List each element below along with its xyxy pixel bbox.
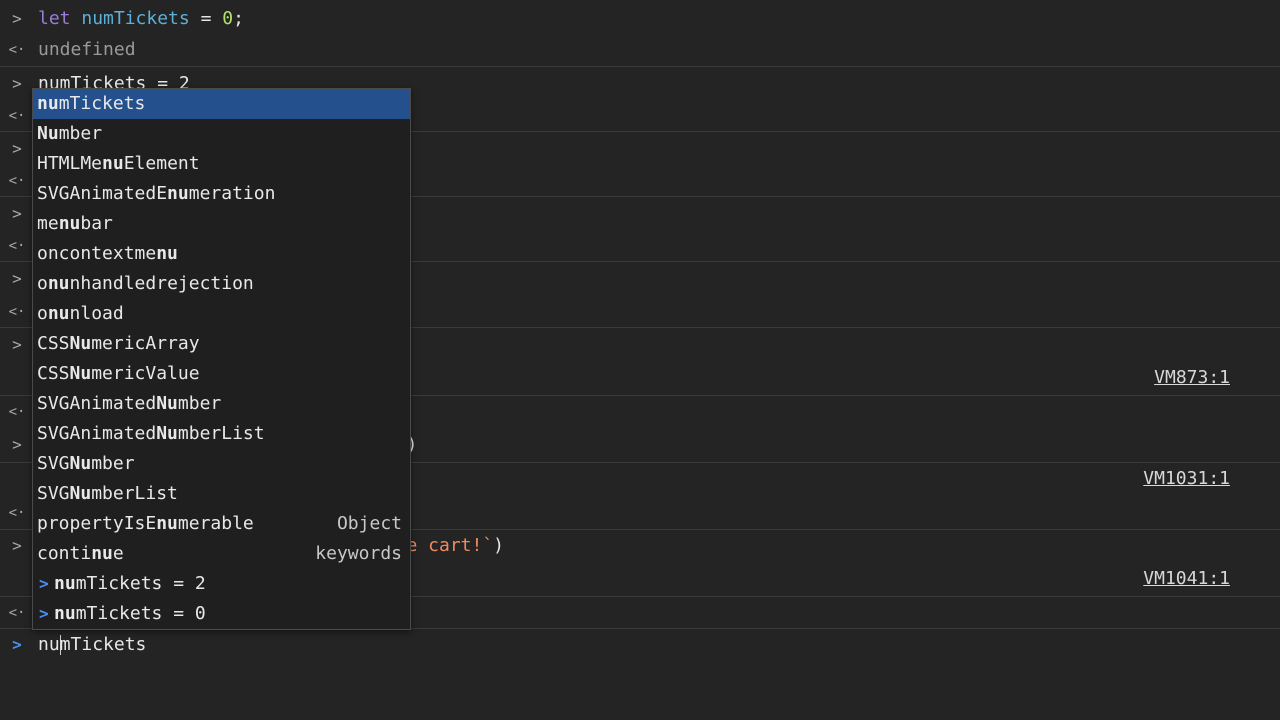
autocomplete-history-item[interactable]: > numTickets = 2 <box>33 569 410 599</box>
chevron-right-icon[interactable]: > <box>8 68 26 100</box>
autocomplete-item[interactable]: CSSNumericValue <box>33 359 410 389</box>
autocomplete-type-hint: keywords <box>315 543 402 564</box>
chevron-right-icon[interactable]: > <box>8 429 26 461</box>
chevron-right-icon: > <box>39 604 49 623</box>
source-link[interactable]: VM873:1 <box>1154 362 1230 394</box>
prompt-chevron-icon: > <box>12 635 22 654</box>
autocomplete-item[interactable]: SVGAnimatedNumber <box>33 389 410 419</box>
autocomplete-item[interactable]: SVGAnimatedEnumeration <box>33 179 410 209</box>
autocomplete-item[interactable]: SVGNumber <box>33 449 410 479</box>
autocomplete-type-hint: Object <box>336 513 402 534</box>
autocomplete-label: SVGAnimatedNumber <box>37 393 222 414</box>
autocomplete-popup[interactable]: numTickets Number HTMLMenuElement SVGAnimat… <box>32 88 411 630</box>
return-arrow-icon: <· <box>8 304 26 320</box>
return-arrow-icon: <· <box>8 605 26 621</box>
autocomplete-label: oncontextmenu <box>37 243 178 264</box>
console-text: let numTickets = 0; <box>38 8 244 29</box>
console-output-row: <· undefined <box>0 34 1280 66</box>
entry-divider <box>0 66 1280 67</box>
autocomplete-item[interactable]: SVGNumberList <box>33 479 410 509</box>
autocomplete-history-label: numTickets = 2 <box>54 573 206 594</box>
autocomplete-label: numTickets <box>37 93 146 114</box>
autocomplete-label: SVGNumberList <box>37 483 178 504</box>
autocomplete-label: continue <box>37 543 124 564</box>
autocomplete-item[interactable]: HTMLMenuElement <box>33 149 410 179</box>
autocomplete-label: CSSNumericValue <box>37 363 200 384</box>
chevron-right-icon: > <box>39 574 49 593</box>
chevron-right-icon[interactable]: > <box>8 329 26 361</box>
chevron-right-icon[interactable]: > <box>8 133 26 165</box>
autocomplete-label: onunhandledrejection <box>37 273 254 294</box>
autocomplete-item[interactable]: propertyIsEnumerable Object <box>33 509 410 539</box>
console-input-row: > let numTickets = 0; <box>0 3 1280 35</box>
autocomplete-label: Number <box>37 123 103 144</box>
return-arrow-icon: <· <box>8 173 26 189</box>
console-prompt[interactable]: > numTickets <box>0 629 1280 661</box>
chevron-right-icon[interactable]: > <box>8 3 26 35</box>
autocomplete-label: onunload <box>37 303 124 324</box>
autocomplete-item[interactable]: onunhandledrejection <box>33 269 410 299</box>
autocomplete-item[interactable]: oncontextmenu <box>33 239 410 269</box>
autocomplete-label: menubar <box>37 213 113 234</box>
autocomplete-label: SVGNumber <box>37 453 135 474</box>
autocomplete-item-selected[interactable]: numTickets <box>33 89 410 119</box>
source-link[interactable]: VM1031:1 <box>1143 463 1230 495</box>
console-text: undefined <box>38 39 136 60</box>
autocomplete-history-item[interactable]: > numTickets = 0 <box>33 599 410 629</box>
autocomplete-label: SVGAnimatedNumberList <box>37 423 265 444</box>
autocomplete-item[interactable]: Number <box>33 119 410 149</box>
source-link[interactable]: VM1041:1 <box>1143 563 1230 595</box>
autocomplete-item[interactable]: CSSNumericArray <box>33 329 410 359</box>
autocomplete-label: propertyIsEnumerable <box>37 513 254 534</box>
autocomplete-item[interactable]: SVGAnimatedNumberList <box>33 419 410 449</box>
autocomplete-item[interactable]: onunload <box>33 299 410 329</box>
chevron-right-icon[interactable]: > <box>8 530 26 562</box>
autocomplete-label: SVGAnimatedEnumeration <box>37 183 276 204</box>
prompt-input[interactable]: numTickets <box>38 629 146 661</box>
autocomplete-history-label: numTickets = 0 <box>54 603 206 624</box>
return-arrow-icon: <· <box>8 238 26 254</box>
chevron-right-icon[interactable]: > <box>8 263 26 295</box>
return-arrow-icon: <· <box>8 42 26 58</box>
return-arrow-icon: <· <box>8 505 26 521</box>
autocomplete-label: CSSNumericArray <box>37 333 200 354</box>
autocomplete-item[interactable]: continue keywords <box>33 539 410 569</box>
autocomplete-item[interactable]: menubar <box>33 209 410 239</box>
autocomplete-label: HTMLMenuElement <box>37 153 200 174</box>
chevron-right-icon[interactable]: > <box>8 198 26 230</box>
return-arrow-icon: <· <box>8 404 26 420</box>
return-arrow-icon: <· <box>8 108 26 124</box>
